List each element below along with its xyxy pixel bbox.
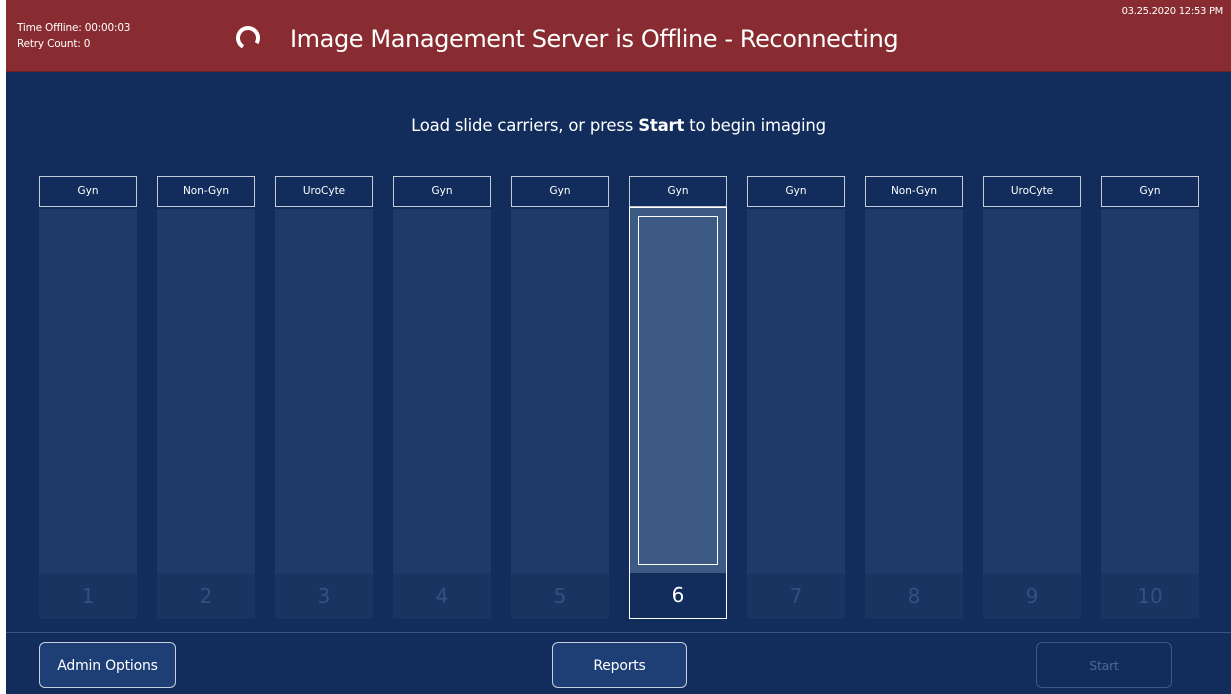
slot-type-label: Gyn bbox=[393, 176, 491, 207]
slot-7[interactable]: Gyn 7 bbox=[747, 176, 845, 620]
slot-3[interactable]: UroCyte 3 bbox=[275, 176, 373, 620]
slot-number: 9 bbox=[983, 574, 1081, 619]
slot-number: 4 bbox=[393, 574, 491, 619]
slot-carrier-area bbox=[865, 209, 963, 574]
instruction-start-emphasis: Start bbox=[638, 116, 685, 135]
slot-carrier-area bbox=[629, 207, 727, 574]
retry-count-value: 0 bbox=[83, 38, 91, 50]
instruction-text: Load slide carriers, or press Start to b… bbox=[6, 116, 1231, 135]
slot-type-label: Non-Gyn bbox=[157, 176, 255, 207]
start-button[interactable]: Start bbox=[1036, 642, 1172, 688]
slot-carrier-area bbox=[393, 209, 491, 574]
slot-type-label: Gyn bbox=[747, 176, 845, 207]
reports-button[interactable]: Reports bbox=[552, 642, 687, 688]
slot-type-label: Gyn bbox=[39, 176, 137, 207]
slot-carrier-area bbox=[39, 209, 137, 574]
app-window: Time Offline: 00:00:03 Retry Count: 0 Im… bbox=[6, 0, 1231, 694]
slot-carrier-area bbox=[1101, 209, 1199, 574]
datetime: 03.25.2020 12:53 PM bbox=[1121, 6, 1224, 17]
slot-type-label: Gyn bbox=[629, 176, 727, 207]
instruction-prefix: Load slide carriers, or press bbox=[411, 116, 639, 135]
slot-number: 3 bbox=[275, 574, 373, 619]
slot-type-label: Gyn bbox=[1101, 176, 1199, 207]
slot-type-label: UroCyte bbox=[983, 176, 1081, 207]
slot-5[interactable]: Gyn 5 bbox=[511, 176, 609, 620]
instruction-suffix: to begin imaging bbox=[684, 116, 826, 135]
offline-title: Image Management Server is Offline - Rec… bbox=[290, 25, 899, 53]
slot-1[interactable]: Gyn 1 bbox=[39, 176, 137, 620]
time-offline: Time Offline: 00:00:03 bbox=[17, 20, 130, 36]
slot-2[interactable]: Non-Gyn 2 bbox=[157, 176, 255, 620]
slot-type-label: UroCyte bbox=[275, 176, 373, 207]
offline-banner: Time Offline: 00:00:03 Retry Count: 0 Im… bbox=[6, 0, 1231, 72]
slot-carrier-area bbox=[983, 209, 1081, 574]
slot-type-label: Gyn bbox=[511, 176, 609, 207]
slot-number: 1 bbox=[39, 574, 137, 619]
slot-type-label: Non-Gyn bbox=[865, 176, 963, 207]
retry-count-label: Retry Count: bbox=[17, 38, 81, 50]
slot-carrier-area bbox=[747, 209, 845, 574]
slot-10[interactable]: Gyn 10 bbox=[1101, 176, 1199, 620]
slot-9[interactable]: UroCyte 9 bbox=[983, 176, 1081, 620]
slot-number: 10 bbox=[1101, 574, 1199, 619]
slot-carrier-area bbox=[157, 209, 255, 574]
slot-number: 6 bbox=[629, 573, 727, 619]
slot-carrier-area bbox=[511, 209, 609, 574]
loaded-carrier bbox=[638, 216, 718, 565]
slot-number: 2 bbox=[157, 574, 255, 619]
footer-divider bbox=[6, 632, 1231, 633]
slot-number: 8 bbox=[865, 574, 963, 619]
slot-number: 5 bbox=[511, 574, 609, 619]
slot-6[interactable]: Gyn 6 bbox=[629, 176, 727, 620]
slot-4[interactable]: Gyn 4 bbox=[393, 176, 491, 620]
slot-carrier-area bbox=[275, 209, 373, 574]
offline-stats: Time Offline: 00:00:03 Retry Count: 0 bbox=[17, 20, 130, 52]
time-offline-label: Time Offline: bbox=[17, 22, 82, 34]
time-offline-value: 00:00:03 bbox=[84, 22, 131, 34]
admin-options-button[interactable]: Admin Options bbox=[39, 642, 176, 688]
slot-8[interactable]: Non-Gyn 8 bbox=[865, 176, 963, 620]
loading-spinner-icon bbox=[235, 26, 260, 50]
slot-number: 7 bbox=[747, 574, 845, 619]
retry-count: Retry Count: 0 bbox=[17, 36, 130, 52]
